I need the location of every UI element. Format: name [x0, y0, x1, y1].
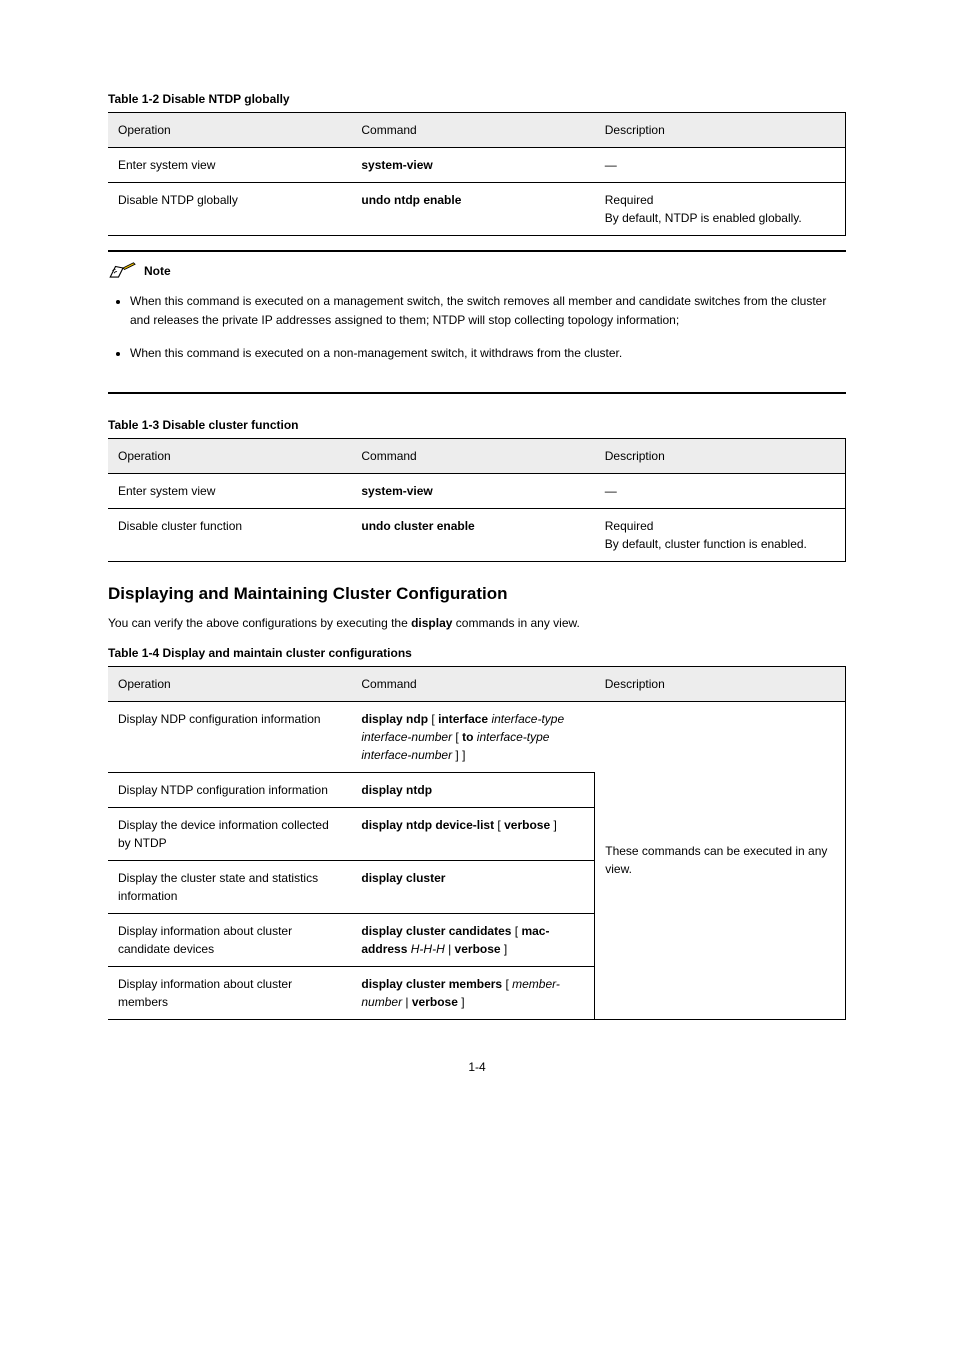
section-intro-text: You can verify the above configurations … [108, 614, 846, 632]
cell-command: display ntdp [351, 772, 594, 807]
cell-command: undo ntdp enable [351, 183, 594, 236]
cell-command: display ntdp device-list [ verbose ] [351, 807, 594, 860]
cell-command: display cluster candidates [ mac-address… [351, 913, 594, 966]
cell-command: undo cluster enable [351, 508, 594, 561]
table1-caption: Table 1-2 Disable NTDP globally [108, 92, 846, 106]
cell-operation: Display NTDP configuration information [108, 772, 351, 807]
cell-command: display cluster members [ member-number … [351, 966, 594, 1019]
table3-header-description: Description [595, 666, 846, 701]
cell-operation: Enter system view [108, 473, 351, 508]
section-heading-display-maintain: Displaying and Maintaining Cluster Confi… [108, 584, 846, 604]
cell-command: display cluster [351, 860, 594, 913]
cell-description: — [595, 148, 846, 183]
table3-header-operation: Operation [108, 666, 351, 701]
cell-operation: Display NDP configuration information [108, 701, 351, 772]
cell-description: RequiredBy default, NTDP is enabled glob… [595, 183, 846, 236]
table3-caption: Table 1-4 Display and maintain cluster c… [108, 646, 846, 660]
cell-operation: Display the device information collected… [108, 807, 351, 860]
note-header: Note [108, 260, 846, 282]
note-icon [108, 260, 138, 282]
table-disable-ntdp: Operation Command Description Enter syst… [108, 112, 846, 236]
page-root: Table 1-2 Disable NTDP globally Operatio… [0, 0, 954, 1114]
cell-description-merged: These commands can be executed in any vi… [595, 701, 846, 1019]
cell-description: RequiredBy default, cluster function is … [595, 508, 846, 561]
cell-command: display ndp [ interface interface-type i… [351, 701, 594, 772]
cell-command: system-view [351, 148, 594, 183]
table1-header-description: Description [595, 113, 846, 148]
cell-operation: Display information about cluster member… [108, 966, 351, 1019]
table-row: Enter system view system-view — [108, 473, 846, 508]
cell-operation: Display the cluster state and statistics… [108, 860, 351, 913]
table1-header-command: Command [351, 113, 594, 148]
table-display-maintain: Operation Command Description Display ND… [108, 666, 846, 1020]
note-label: Note [144, 264, 171, 278]
table2-header-command: Command [351, 438, 594, 473]
note-block: Note When this command is executed on a … [108, 250, 846, 394]
cell-operation: Disable NTDP globally [108, 183, 351, 236]
page-number: 1-4 [108, 1060, 846, 1074]
note-item: When this command is executed on a manag… [130, 292, 846, 330]
table-row: Disable cluster function undo cluster en… [108, 508, 846, 561]
cell-command: system-view [351, 473, 594, 508]
table2-header-description: Description [595, 438, 846, 473]
cell-operation: Display information about cluster candid… [108, 913, 351, 966]
note-list: When this command is executed on a manag… [108, 292, 846, 364]
table-disable-cluster: Operation Command Description Enter syst… [108, 438, 846, 562]
table-row: Display NDP configuration information di… [108, 701, 846, 772]
table-row: Disable NTDP globally undo ntdp enable R… [108, 183, 846, 236]
table2-caption: Table 1-3 Disable cluster function [108, 418, 846, 432]
table-row: Enter system view system-view — [108, 148, 846, 183]
cell-operation: Enter system view [108, 148, 351, 183]
table1-header-operation: Operation [108, 113, 351, 148]
note-item: When this command is executed on a non-m… [130, 344, 846, 363]
table3-header-command: Command [351, 666, 594, 701]
cell-description: — [595, 473, 846, 508]
cell-operation: Disable cluster function [108, 508, 351, 561]
table2-header-operation: Operation [108, 438, 351, 473]
